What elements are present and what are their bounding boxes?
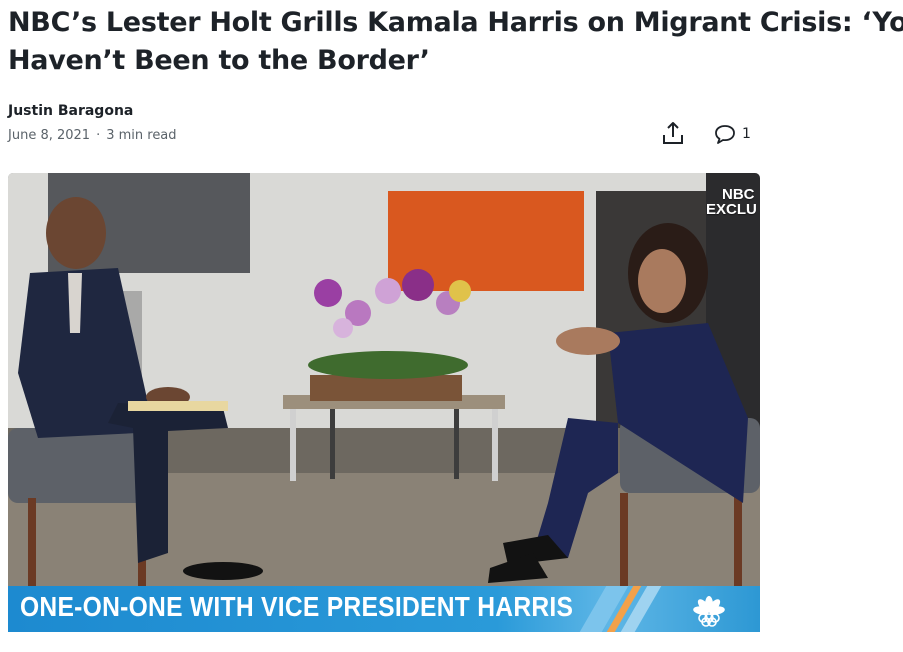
video-bottom-edge [8, 632, 760, 652]
meta-separator: · [96, 128, 101, 143]
article-headline: NBC’s Lester Holt Grills Kamala Harris o… [8, 4, 903, 80]
publish-date: June 8, 2021 [8, 128, 91, 143]
comment-count: 1 [742, 126, 751, 142]
article-meta: June 8, 2021 · 3 min read [8, 128, 177, 143]
headline-line-2: Haven’t Been to the Border’ [8, 45, 430, 76]
video-frame-image [8, 173, 760, 586]
network-bug: NBC EXCLU [704, 187, 760, 217]
network-bug-line-2: EXCLU [706, 201, 757, 217]
lower-third-caption: ONE-ON-ONE WITH VICE PRESIDENT HARRIS [20, 591, 574, 622]
share-icon [663, 122, 683, 144]
network-bug-line-1: NBC [722, 187, 755, 203]
headline-line-1: NBC’s Lester Holt Grills Kamala Harris o… [8, 7, 903, 38]
share-button[interactable] [660, 120, 686, 146]
comment-icon [715, 125, 735, 144]
author-name[interactable]: Justin Baragona [8, 103, 133, 119]
lower-third-banner: ONE-ON-ONE WITH VICE PRESIDENT HARRIS [8, 586, 760, 632]
read-time: 3 min read [106, 128, 177, 143]
video-player[interactable]: NBC EXCLU ONE-ON-ONE WITH VICE PRESIDENT… [8, 173, 760, 652]
nbc-peacock-icon [693, 596, 725, 627]
comments-button[interactable]: 1 [713, 122, 751, 146]
